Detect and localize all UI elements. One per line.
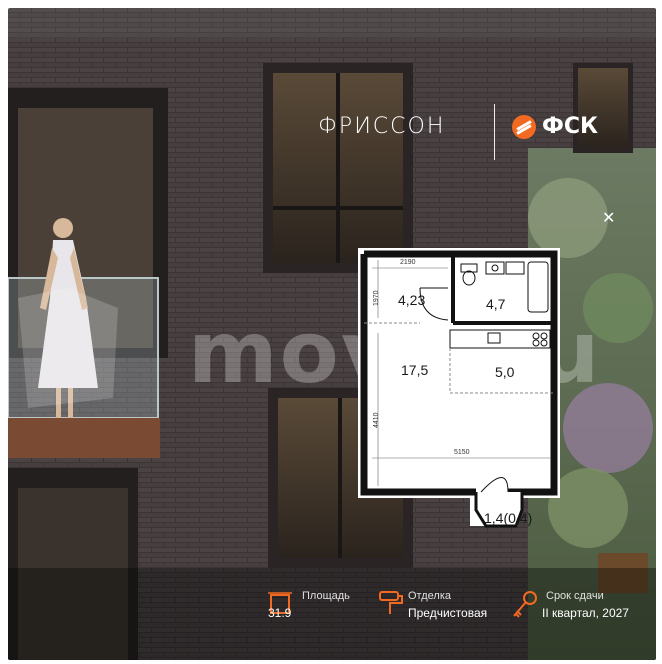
- room-hall-area: 4,23: [398, 292, 426, 308]
- area-value: 31.9: [268, 606, 292, 620]
- brand-divider: [494, 104, 495, 160]
- paint-roller-icon: [379, 591, 403, 614]
- floor-plan-drawing: [358, 248, 560, 528]
- sparkle-icon: ✕: [602, 208, 616, 227]
- listing-card: move.ru ФРИССОН ФСК ✕: [8, 8, 656, 660]
- dim-top: 2190: [400, 259, 416, 266]
- key-icon: [513, 591, 537, 618]
- watermark-logo-shape: [18, 288, 118, 408]
- deadline-value: II квартал, 2027: [542, 606, 629, 620]
- floor-plan: 2190 1970 4410 5150 4,23 4,7 17,5 5,0 1,…: [358, 248, 568, 538]
- area-label: Площадь: [302, 590, 350, 602]
- deadline-label: Срок сдачи: [546, 590, 604, 602]
- room-kitchen-area: 5,0: [495, 364, 515, 380]
- finish-value: Предчистовая: [408, 606, 488, 620]
- finish-label: Отделка: [408, 590, 451, 602]
- dim-left-bottom: 4410: [373, 412, 380, 428]
- dim-left-top: 1970: [373, 290, 380, 306]
- fsk-mark-icon: [512, 114, 536, 139]
- brand-logo-fsk: ФСК: [512, 114, 598, 139]
- room-living-area: 17,5: [401, 362, 429, 378]
- dim-bottom: 5150: [454, 449, 470, 456]
- brand-logo-frisson: ФРИССОН: [318, 114, 446, 139]
- room-balcony-area: 1,4(0,4): [484, 510, 533, 526]
- fsk-brand-text: ФСК: [542, 114, 598, 139]
- room-bath-area: 4,7: [486, 296, 506, 312]
